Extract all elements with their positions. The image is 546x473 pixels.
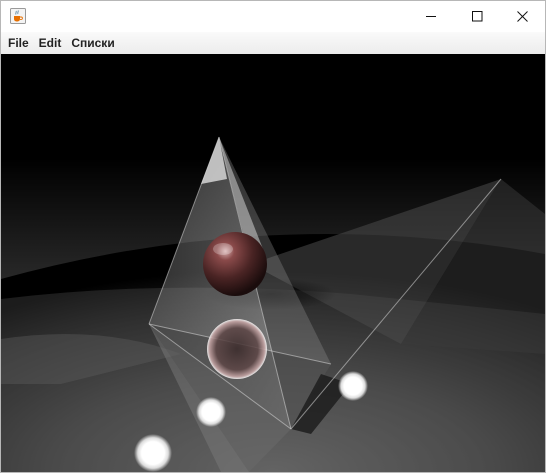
java-coffee-cup-icon	[10, 8, 26, 24]
application-window: File Edit Списки	[0, 0, 546, 473]
title-bar[interactable]	[1, 1, 545, 32]
minimize-button[interactable]	[408, 1, 454, 32]
menu-file[interactable]: File	[3, 32, 34, 54]
menu-bar: File Edit Списки	[1, 32, 545, 54]
3d-scene	[1, 54, 545, 472]
maximize-icon	[471, 11, 482, 22]
reflected-sphere	[207, 319, 267, 379]
red-sphere	[203, 232, 267, 296]
maximize-button[interactable]	[454, 1, 500, 32]
menu-lists[interactable]: Списки	[66, 32, 119, 54]
close-icon	[516, 11, 528, 22]
3d-render-canvas[interactable]	[1, 54, 545, 472]
minimize-icon	[425, 16, 436, 17]
close-button[interactable]	[499, 1, 545, 32]
light-sphere	[196, 397, 226, 427]
menu-edit[interactable]: Edit	[34, 32, 67, 54]
light-sphere	[134, 434, 172, 472]
light-sphere	[338, 371, 368, 401]
